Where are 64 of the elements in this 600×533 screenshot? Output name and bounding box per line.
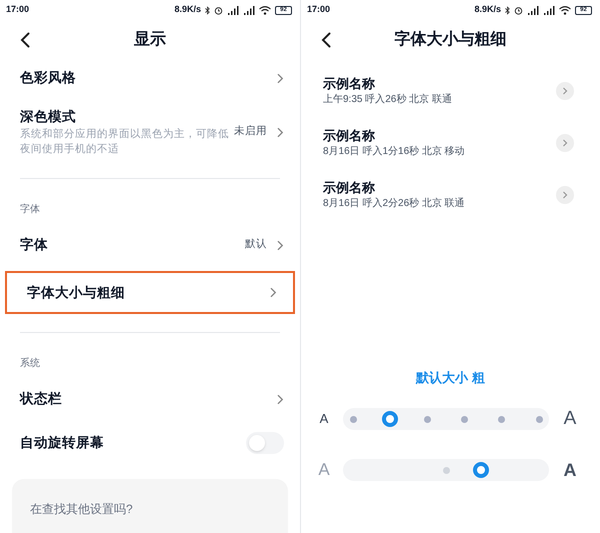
sample-name: 示例名称 [323, 75, 376, 93]
alarm-icon [214, 6, 223, 14]
chevron-icon [277, 72, 284, 84]
chevron-icon [270, 287, 277, 298]
small-a-label: A [317, 459, 331, 482]
settings-row[interactable]: 状态栏 [0, 381, 300, 417]
chevron-icon [277, 394, 284, 404]
settings-row[interactable]: 自动旋转屏幕 [0, 425, 300, 461]
small-a-label: A [318, 410, 330, 428]
screen-title: 字体大小与粗细 [394, 29, 506, 50]
settings-row[interactable]: 色彩风格 [0, 60, 300, 96]
row-value: 未启用 [234, 124, 267, 140]
network-speed: 8.9K/s [174, 3, 201, 16]
chevron-icon [277, 126, 284, 138]
call-detail: 8月16日 呼入2分26秒 北京 联通 [323, 197, 465, 211]
section-header: 系统 [20, 356, 40, 370]
status-time: 17:00 [307, 3, 330, 16]
search-card[interactable]: 在查找其他设置吗? [12, 479, 288, 533]
slider-track[interactable] [343, 408, 549, 430]
back-icon[interactable] [321, 32, 331, 48]
call-detail: 上午9:35 呼入26秒 北京 联通 [323, 93, 452, 107]
status-time: 17:00 [6, 3, 30, 16]
toggle-switch[interactable] [246, 432, 284, 454]
signal-icon [243, 6, 255, 14]
wifi-icon [559, 6, 571, 14]
slider-track[interactable] [343, 459, 549, 481]
section-header: 字体 [20, 202, 40, 216]
row-value: 默认 [245, 237, 267, 252]
screen-title: 显示 [134, 30, 166, 50]
row-label: 状态栏 [20, 390, 62, 408]
wifi-icon [259, 6, 271, 14]
chevron-icon [556, 186, 574, 204]
bluetooth-icon [505, 6, 510, 14]
row-label: 色彩风格 [20, 69, 76, 87]
sample-call-row[interactable]: 示例名称 上午9:35 呼入26秒 北京 联通 [301, 74, 600, 108]
sample-name: 示例名称 [323, 179, 376, 197]
settings-row[interactable]: 深色模式 系统和部分应用的界面以黑色为主，可降低夜间使用手机的不适 未启用 [0, 104, 300, 160]
large-a-label: A [562, 406, 578, 431]
alarm-icon [514, 6, 523, 14]
sample-call-row[interactable]: 示例名称 8月16日 呼入2分26秒 北京 联通 [301, 178, 600, 212]
search-prompt: 在查找其他设置吗? [30, 502, 133, 516]
large-a-label: A [562, 458, 578, 482]
bluetooth-icon [205, 6, 210, 14]
chevron-icon [556, 134, 574, 152]
slider-thumb[interactable] [473, 462, 490, 478]
signal-icon [227, 6, 239, 14]
settings-row[interactable]: 字体 默认 [0, 227, 300, 263]
call-detail: 8月16日 呼入1分16秒 北京 移动 [323, 145, 465, 159]
row-label: 字体大小与粗细 [27, 284, 125, 302]
slider-thumb[interactable] [382, 411, 398, 427]
row-label: 字体 [20, 236, 48, 254]
signal-icon [543, 6, 555, 14]
chevron-icon [277, 240, 284, 250]
signal-icon [527, 6, 539, 14]
current-setting-label: 默认大小 粗 [416, 369, 485, 388]
row-label: 深色模式 [20, 108, 77, 126]
row-label: 自动旋转屏幕 [20, 434, 104, 452]
network-speed: 8.9K/s [474, 3, 501, 16]
settings-row[interactable]: 字体大小与粗细 [5, 271, 295, 314]
row-description: 系统和部分应用的界面以黑色为主，可降低夜间使用手机的不适 [20, 127, 230, 157]
sample-call-row[interactable]: 示例名称 8月16日 呼入1分16秒 北京 移动 [301, 126, 600, 160]
back-icon[interactable] [20, 32, 30, 48]
chevron-icon [556, 82, 574, 100]
sample-name: 示例名称 [323, 127, 376, 145]
